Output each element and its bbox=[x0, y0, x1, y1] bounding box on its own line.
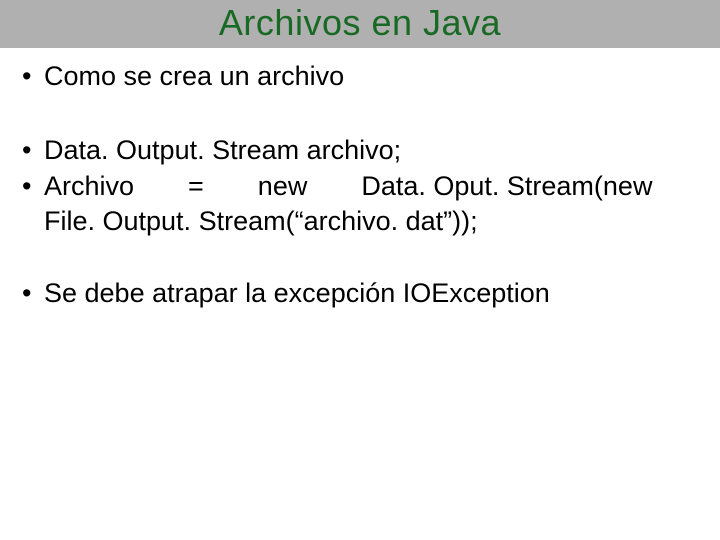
bullet-item: • Archivo = new Data. Oput. Stream(new bbox=[22, 170, 698, 204]
title-bar: Archivos en Java bbox=[0, 0, 720, 48]
slide-title: Archivos en Java bbox=[219, 2, 501, 43]
bullet-item: • Se debe atrapar la excepción IOExcepti… bbox=[22, 277, 698, 311]
bullet-continuation: File. Output. Stream(“archivo. dat”)); bbox=[22, 205, 698, 239]
bullet-dot: • bbox=[22, 170, 44, 204]
bullet-dot-empty bbox=[22, 205, 44, 239]
bullet-text: Como se crea un archivo bbox=[44, 60, 698, 94]
bullet-item: • Como se crea un archivo bbox=[22, 60, 698, 94]
bullet-text: Se debe atrapar la excepción IOException bbox=[44, 277, 698, 311]
bullet-dot: • bbox=[22, 277, 44, 311]
slide-body: • Como se crea un archivo • Data. Output… bbox=[0, 54, 720, 311]
bullet-dot: • bbox=[22, 134, 44, 168]
bullet-text: File. Output. Stream(“archivo. dat”)); bbox=[44, 205, 698, 239]
bullet-dot: • bbox=[22, 60, 44, 94]
bullet-text: Archivo = new Data. Oput. Stream(new bbox=[44, 170, 698, 204]
bullet-item: • Data. Output. Stream archivo; bbox=[22, 134, 698, 168]
bullet-text: Data. Output. Stream archivo; bbox=[44, 134, 698, 168]
